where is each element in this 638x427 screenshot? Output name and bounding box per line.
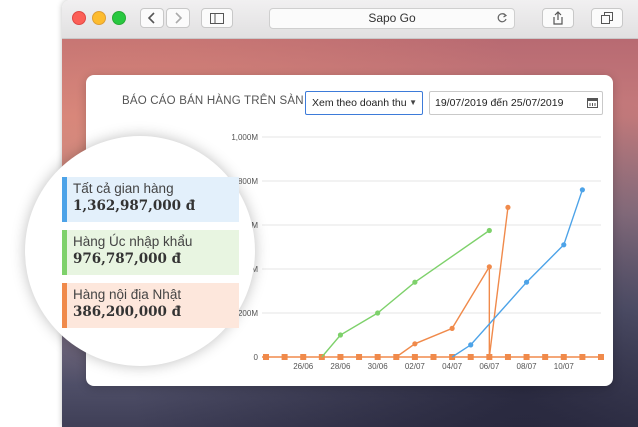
share-button[interactable] (542, 8, 574, 28)
share-icon (553, 11, 563, 25)
x-tick-label: 10/07 (554, 362, 575, 371)
chevron-right-icon (175, 12, 183, 24)
legend-value: 976,787,000 đ (73, 251, 182, 267)
browser-toolbar: Sapo Go (62, 0, 638, 39)
series-point (579, 187, 585, 193)
series-line-2 (451, 189, 584, 358)
legend-all-stores[interactable]: Tất cả gian hàng 1,362,987,000 đ (62, 177, 239, 222)
series-point (337, 332, 344, 338)
series-point (412, 341, 418, 347)
y-tick-label: 800M (238, 177, 258, 186)
x-tick-label: 08/07 (517, 362, 538, 371)
address-bar-text: Sapo Go (368, 11, 416, 25)
series-line-0 (321, 229, 490, 358)
series-point (561, 242, 567, 248)
x-tick-label: 30/06 (368, 362, 389, 371)
series-point (505, 204, 511, 210)
series-point (449, 325, 455, 331)
zoom-window-button[interactable] (112, 11, 126, 25)
legend-value: 1,362,987,000 đ (73, 198, 196, 214)
address-bar[interactable]: Sapo Go (269, 8, 515, 29)
y-tick-label: 1,000M (231, 133, 258, 142)
legend-japan-domestic[interactable]: Hàng nội địa Nhật 386,200,000 đ (62, 283, 239, 328)
tabs-button[interactable] (591, 8, 623, 28)
legend-australia-import[interactable]: Hàng Úc nhập khẩu 976,787,000 đ (62, 230, 239, 275)
x-tick-label: 28/06 (330, 362, 351, 371)
legend-label: Tất cả gian hàng (73, 181, 174, 196)
close-window-button[interactable] (72, 11, 86, 25)
series-point (523, 279, 530, 285)
x-tick-label: 26/06 (293, 362, 314, 371)
tabs-icon (601, 12, 613, 24)
x-tick-label: 02/07 (405, 362, 426, 371)
back-button[interactable] (140, 8, 164, 28)
series-point (468, 342, 474, 348)
forward-button[interactable] (166, 8, 190, 28)
x-tick-label: 04/07 (442, 362, 463, 371)
series-point (486, 264, 492, 270)
chevron-left-icon (147, 12, 155, 24)
y-tick-label: 200M (238, 309, 258, 318)
legend-label: Hàng nội địa Nhật (73, 287, 182, 302)
minimize-window-button[interactable] (92, 11, 106, 25)
reload-icon[interactable] (496, 12, 508, 24)
series-point (486, 227, 492, 234)
legend-label: Hàng Úc nhập khẩu (73, 234, 193, 249)
series-point (375, 310, 381, 316)
sidebar-icon (210, 12, 224, 24)
series-point (412, 279, 418, 285)
y-tick-label: 0 (254, 353, 259, 362)
sidebar-toggle-button[interactable] (201, 8, 233, 28)
legend-value: 386,200,000 đ (73, 304, 182, 320)
x-tick-label: 06/07 (479, 362, 500, 371)
